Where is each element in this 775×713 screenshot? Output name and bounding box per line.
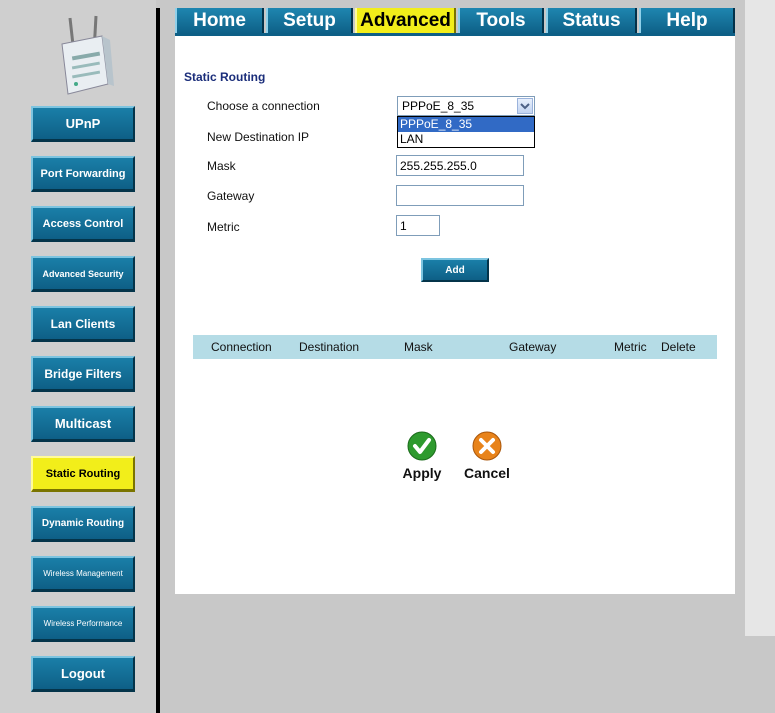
connection-select-value: PPPoE_8_35: [402, 99, 475, 113]
nav-advanced-security[interactable]: Advanced Security: [31, 256, 135, 292]
content-panel: Static Routing Choose a connection PPPoE…: [175, 36, 735, 594]
nav-access-control[interactable]: Access Control: [31, 206, 135, 242]
tab-home[interactable]: Home: [175, 8, 264, 34]
cancel-label: Cancel: [464, 465, 510, 481]
cancel-x-icon: [472, 431, 502, 461]
tab-help[interactable]: Help: [639, 8, 735, 34]
destination-ip-label: New Destination IP: [207, 130, 310, 144]
nav-lan-clients[interactable]: Lan Clients: [31, 306, 135, 342]
mask-input[interactable]: [396, 155, 524, 176]
gateway-input[interactable]: [396, 185, 524, 206]
tab-setup[interactable]: Setup: [266, 8, 353, 34]
nav-port-forwarding[interactable]: Port Forwarding: [31, 156, 135, 192]
nav-static-routing[interactable]: Static Routing: [31, 456, 135, 492]
nav-dynamic-routing[interactable]: Dynamic Routing: [31, 506, 135, 542]
tab-status[interactable]: Status: [546, 8, 637, 34]
column-header: Destination: [299, 340, 360, 354]
column-header: Mask: [404, 340, 433, 354]
cancel-button[interactable]: Cancel: [457, 431, 517, 481]
gateway-label: Gateway: [207, 189, 255, 203]
connection-label: Choose a connection: [207, 99, 320, 113]
column-header: Gateway: [509, 340, 557, 354]
column-header: Metric: [614, 340, 647, 354]
page-title: Static Routing: [184, 70, 266, 84]
apply-label: Apply: [402, 465, 442, 481]
metric-input[interactable]: [396, 215, 440, 236]
tab-tools[interactable]: Tools: [458, 8, 544, 34]
tab-advanced[interactable]: Advanced: [355, 8, 456, 34]
column-header: Delete: [661, 340, 696, 354]
apply-check-icon: [407, 431, 437, 461]
connection-option[interactable]: PPPoE_8_35: [398, 117, 534, 132]
add-button[interactable]: Add: [421, 258, 489, 282]
mask-label: Mask: [207, 159, 236, 173]
right-margin: [745, 0, 775, 636]
sidebar: UPnP Port Forwarding Access Control Adva…: [0, 0, 156, 713]
metric-label: Metric: [207, 220, 240, 234]
nav-logout[interactable]: Logout: [31, 656, 135, 692]
nav-bridge-filters[interactable]: Bridge Filters: [31, 356, 135, 392]
nav-upnp[interactable]: UPnP: [31, 106, 135, 142]
apply-button[interactable]: Apply: [392, 431, 452, 481]
dropdown-arrow-icon[interactable]: [517, 98, 533, 114]
right-margin-lower: [745, 636, 775, 713]
connection-option[interactable]: LAN: [398, 132, 534, 147]
routes-table-header: Connection Destination Mask Gateway Metr…: [193, 335, 717, 359]
nav-multicast[interactable]: Multicast: [31, 406, 135, 442]
router-device-icon: [52, 14, 116, 96]
column-header: Connection: [211, 340, 272, 354]
sidebar-divider: [156, 8, 160, 713]
connection-dropdown-list: PPPoE_8_35 LAN: [397, 116, 535, 148]
nav-wireless-management[interactable]: Wireless Management: [31, 556, 135, 592]
connection-select[interactable]: PPPoE_8_35: [397, 96, 535, 116]
nav-wireless-performance[interactable]: Wireless Performance: [31, 606, 135, 642]
